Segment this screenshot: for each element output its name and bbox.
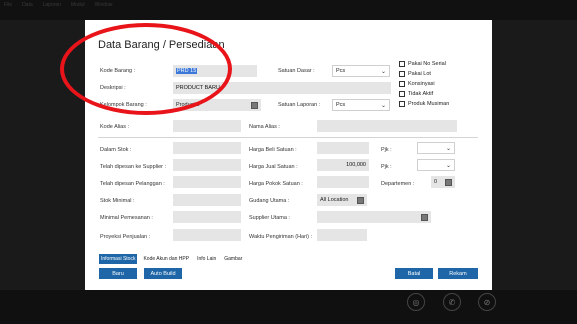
harga-beli-input[interactable] [317, 142, 369, 154]
harga-pokok-label: Harga Pokok Satuan : [249, 181, 303, 187]
checkbox-label: Pakai Lot [408, 71, 431, 77]
divider [98, 137, 478, 138]
deskripsi-label: Deskripsi : [100, 85, 126, 91]
waktu-pengiriman-label: Waktu Pengiriman (Hari) : [249, 234, 313, 240]
stok-minimal-input[interactable] [173, 194, 241, 206]
minimal-pemesanan-label: Minimal Pemesanan : [100, 215, 153, 221]
checkbox-icon [399, 71, 405, 77]
item-form-panel: Data Barang / Persediaan Kode Barang : P… [85, 20, 492, 290]
auto-build-button[interactable]: Auto Build [144, 268, 182, 279]
kelompok-barang-label: Kelompok Barang : [100, 102, 147, 108]
kelompok-barang-value: Product 1 [176, 102, 200, 108]
departemen-label: Departemen : [381, 181, 415, 187]
pjk2-label: Pjk : [381, 164, 392, 170]
checkbox-pakai-no-serial[interactable]: Pakai No Serial [399, 61, 449, 67]
tab-bar: Informasi Stock Kode Akun dan HPP Info L… [99, 254, 244, 264]
checkbox-icon [399, 101, 405, 107]
harga-jual-label: Harga Jual Satuan : [249, 164, 298, 170]
satuan-laporan-label: Satuan Laporan : [278, 102, 321, 108]
gudang-utama-select[interactable]: All Location [317, 194, 367, 206]
menu-data[interactable]: Data [22, 2, 33, 8]
satuan-laporan-value: Pcs [336, 102, 346, 108]
harga-jual-input[interactable]: 100,000 [317, 159, 369, 171]
gudang-utama-value: All Location [320, 197, 349, 203]
satuan-dasar-select[interactable]: Pcs ⌄ [332, 65, 390, 77]
chevron-down-icon: ⌄ [380, 102, 386, 109]
kelompok-barang-select[interactable]: Product 1 [173, 99, 261, 111]
lookup-icon[interactable] [445, 178, 452, 186]
pjk2-select[interactable]: ⌄ [417, 159, 455, 171]
checkbox-icon [399, 91, 405, 97]
kode-barang-input[interactable]: PRD 15 [173, 65, 257, 77]
dipesan-pelanggan-input[interactable] [173, 176, 241, 188]
deskripsi-input[interactable]: PRODUCT BARU [173, 82, 391, 94]
satuan-dasar-value: Pcs [336, 68, 346, 74]
pjk1-label: Pjk : [381, 147, 392, 153]
departemen-select[interactable]: 0 [431, 176, 455, 188]
gudang-utama-label: Gudang Utama : [249, 198, 290, 204]
harga-pokok-input[interactable] [317, 176, 369, 188]
chevron-down-icon: ⌄ [445, 145, 451, 152]
menu-window[interactable]: Window [95, 2, 113, 8]
checkbox-label: Tidak Aktif [408, 91, 434, 97]
phone-icon[interactable]: ✆ [443, 293, 461, 311]
chevron-down-icon: ⌄ [380, 68, 386, 75]
option-checkboxes: Pakai No Serial Pakai Lot Konsinyasi Tid… [399, 61, 449, 107]
nama-alias-input[interactable] [317, 120, 457, 132]
stok-minimal-label: Stok Minimal : [100, 198, 135, 204]
kode-barang-label: Kode Barang : [100, 68, 136, 74]
dalam-stok-label: Dalam Stok : [100, 147, 132, 153]
chevron-down-icon: ⌄ [445, 162, 451, 169]
lookup-icon[interactable] [251, 101, 258, 109]
close-icon[interactable]: ⊘ [478, 293, 496, 311]
checkbox-tidak-aktif[interactable]: Tidak Aktif [399, 91, 449, 97]
checkbox-icon [399, 81, 405, 87]
checkbox-pakai-lot[interactable]: Pakai Lot [399, 71, 449, 77]
departemen-value: 0 [434, 179, 438, 185]
nama-alias-label: Nama Alias : [249, 124, 280, 130]
settings-icon[interactable]: ◎ [407, 293, 425, 311]
proyeksi-penjualan-label: Proyeksi Penjualan : [100, 234, 151, 240]
proyeksi-penjualan-input[interactable] [173, 229, 241, 241]
waktu-pengiriman-input[interactable] [317, 229, 367, 241]
supplier-utama-label: Supplier Utama : [249, 215, 290, 221]
kode-alias-label: Kode Alias : [100, 124, 130, 130]
lookup-icon[interactable] [357, 196, 364, 204]
menu: File Data Laporan Modul Window [4, 2, 112, 8]
dipesan-supplier-label: Telah dipesan ke Supplier : [100, 164, 167, 170]
tab-info-lain[interactable]: Info Lain [195, 254, 218, 264]
tab-kode-akun-hpp[interactable]: Kode Akun dan HPP [141, 254, 191, 264]
dipesan-pelanggan-label: Telah dipesan Pelanggan : [100, 181, 165, 187]
lookup-icon[interactable] [421, 213, 428, 221]
kode-barang-value: PRD 15 [176, 68, 198, 74]
checkbox-label: Pakai No Serial [408, 61, 446, 67]
form-title: Data Barang / Persediaan [98, 39, 225, 51]
dipesan-supplier-input[interactable] [173, 159, 241, 171]
rekam-button[interactable]: Rekam [438, 268, 478, 279]
supplier-utama-select[interactable] [317, 211, 431, 223]
satuan-laporan-select[interactable]: Pcs ⌄ [332, 99, 390, 111]
dalam-stok-input[interactable] [173, 142, 241, 154]
pjk1-select[interactable]: ⌄ [417, 142, 455, 154]
batal-button[interactable]: Batal [395, 268, 433, 279]
checkbox-label: Produk Musiman [408, 101, 450, 107]
tab-informasi-stock[interactable]: Informasi Stock [99, 254, 138, 264]
menu-file[interactable]: File [4, 2, 12, 8]
menu-laporan[interactable]: Laporan [43, 2, 61, 8]
baru-button[interactable]: Baru [99, 268, 137, 279]
checkbox-konsinyasi[interactable]: Konsinyasi [399, 81, 449, 87]
satuan-dasar-label: Satuan Dasar : [278, 68, 315, 74]
checkbox-icon [399, 61, 405, 67]
checkbox-label: Konsinyasi [408, 81, 435, 87]
top-menubar: File Data Laporan Modul Window [0, 0, 577, 20]
tab-gambar[interactable]: Gambar [222, 254, 244, 264]
checkbox-produk-musiman[interactable]: Produk Musiman [399, 101, 449, 107]
harga-beli-label: Harga Beli Satuan : [249, 147, 297, 153]
menu-modul[interactable]: Modul [71, 2, 85, 8]
kode-alias-input[interactable] [173, 120, 241, 132]
minimal-pemesanan-input[interactable] [173, 211, 241, 223]
